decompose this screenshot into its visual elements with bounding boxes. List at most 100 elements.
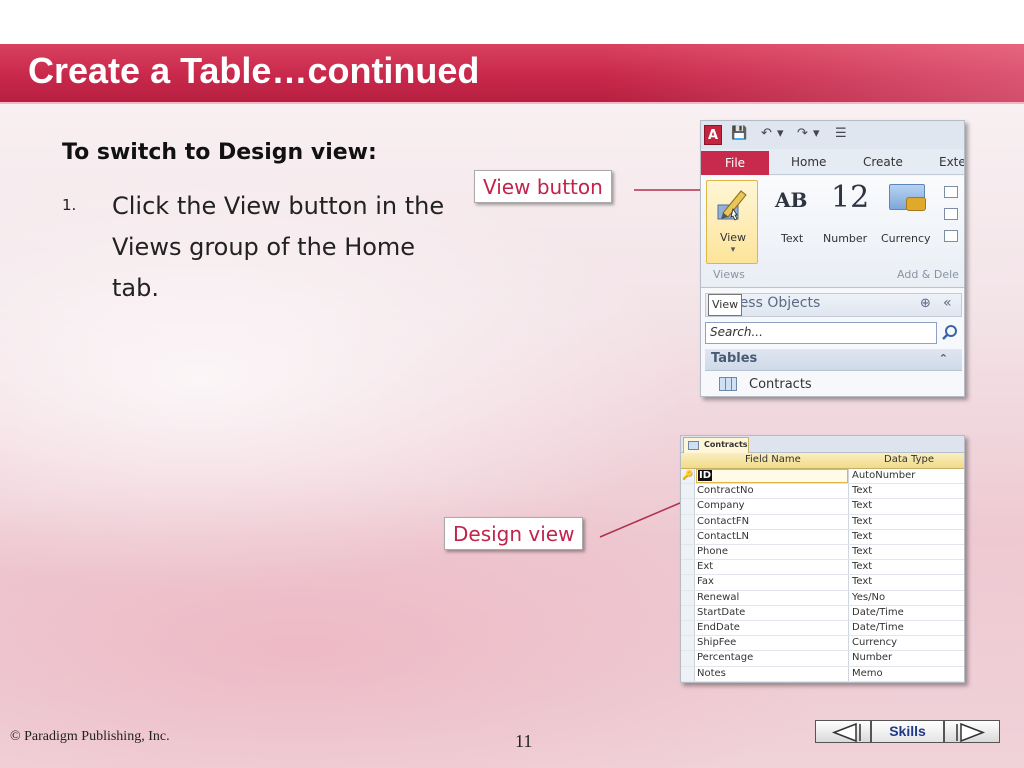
tables-group-header[interactable]: Tables ⌃ bbox=[705, 349, 962, 371]
row-selector[interactable] bbox=[681, 666, 695, 681]
field-name-cell[interactable]: Phone bbox=[697, 546, 728, 557]
field-name-cell[interactable]: Notes bbox=[697, 668, 726, 679]
row-selector[interactable] bbox=[681, 484, 695, 499]
column-divider bbox=[848, 636, 849, 651]
checkbox-field-icon[interactable] bbox=[944, 208, 958, 220]
text-button-label[interactable]: Text bbox=[781, 232, 803, 245]
table-row[interactable]: 🔑 ID AutoNumber bbox=[681, 469, 964, 485]
field-name-cell[interactable]: StartDate bbox=[697, 607, 745, 618]
nav-item-contracts[interactable]: Contracts bbox=[719, 377, 812, 392]
row-selector[interactable] bbox=[681, 621, 695, 636]
table-row[interactable]: StartDate Date/Time bbox=[681, 605, 964, 621]
skills-button[interactable]: Skills bbox=[871, 720, 944, 743]
data-type-cell[interactable]: Yes/No bbox=[852, 592, 885, 603]
data-type-cell[interactable]: Text bbox=[852, 546, 872, 557]
table-row[interactable]: Percentage Number bbox=[681, 651, 964, 667]
undo-icon[interactable]: ↶ bbox=[761, 126, 772, 141]
row-selector[interactable] bbox=[681, 560, 695, 575]
chevron-down-circle-icon[interactable]: ⊕ bbox=[920, 296, 931, 311]
table-row[interactable]: ShipFee Currency bbox=[681, 636, 964, 652]
save-icon[interactable]: 💾 bbox=[731, 126, 747, 141]
table-row[interactable]: EndDate Date/Time bbox=[681, 621, 964, 637]
row-selector[interactable] bbox=[681, 636, 695, 651]
field-name-cell[interactable]: Company bbox=[697, 500, 745, 511]
table-row[interactable]: Phone Text bbox=[681, 545, 964, 561]
data-type-cell[interactable]: Number bbox=[852, 652, 892, 663]
data-type-cell[interactable]: Text bbox=[852, 576, 872, 587]
number-field-icon[interactable]: 12 bbox=[831, 180, 869, 215]
small-field-icon[interactable] bbox=[944, 186, 958, 198]
data-type-cell[interactable]: Memo bbox=[852, 668, 883, 679]
field-name-cell[interactable]: ShipFee bbox=[697, 637, 736, 648]
currency-icon[interactable] bbox=[889, 184, 926, 211]
field-name-cell[interactable]: ID bbox=[698, 470, 713, 481]
row-selector[interactable] bbox=[681, 590, 695, 605]
table-row[interactable]: Renewal Yes/No bbox=[681, 590, 964, 606]
row-selector[interactable] bbox=[681, 605, 695, 620]
field-name-cell[interactable]: Fax bbox=[697, 576, 714, 587]
navigation-pane-header[interactable]: cess Objects View ⊕ « bbox=[705, 293, 962, 317]
view-button[interactable]: View ▾ bbox=[706, 180, 758, 264]
more-fields-icon[interactable] bbox=[944, 230, 958, 242]
primary-key-icon: 🔑 bbox=[682, 471, 694, 481]
next-button[interactable] bbox=[944, 720, 1000, 743]
navigation-pane: cess Objects View ⊕ « Search... Tables ⌃… bbox=[701, 289, 964, 396]
document-tab-contracts[interactable]: Contracts bbox=[683, 437, 749, 453]
currency-button-label[interactable]: Currency bbox=[881, 232, 931, 245]
data-type-cell[interactable]: Text bbox=[852, 516, 872, 527]
column-divider bbox=[848, 499, 849, 514]
data-type-cell[interactable]: Text bbox=[852, 485, 872, 496]
row-selector[interactable]: 🔑 bbox=[681, 469, 695, 484]
dropdown-icon[interactable]: ▾ bbox=[777, 126, 784, 141]
active-cell[interactable] bbox=[696, 469, 848, 483]
redo-icon[interactable]: ↷ bbox=[797, 126, 808, 141]
field-name-cell[interactable]: Percentage bbox=[697, 652, 753, 663]
field-name-cell[interactable]: EndDate bbox=[697, 622, 740, 633]
design-view-pencil-icon bbox=[717, 190, 747, 221]
row-selector[interactable] bbox=[681, 514, 695, 529]
row-selector[interactable] bbox=[681, 651, 695, 666]
text-field-icon[interactable]: AB bbox=[775, 188, 807, 212]
search-icon[interactable] bbox=[939, 322, 961, 344]
table-row[interactable]: ContactLN Text bbox=[681, 529, 964, 545]
table-row[interactable]: Notes Memo bbox=[681, 666, 964, 682]
data-type-cell[interactable]: Date/Time bbox=[852, 622, 904, 633]
collapse-pane-icon[interactable]: « bbox=[943, 295, 952, 311]
column-divider bbox=[848, 545, 849, 560]
view-button-label: View bbox=[719, 231, 747, 244]
column-divider bbox=[848, 621, 849, 636]
chevron-up-icon[interactable]: ⌃ bbox=[939, 352, 948, 365]
tab-home[interactable]: Home bbox=[791, 155, 826, 169]
data-type-cell[interactable]: AutoNumber bbox=[852, 470, 915, 481]
previous-button[interactable] bbox=[815, 720, 871, 743]
field-name-cell[interactable]: Ext bbox=[697, 561, 713, 572]
number-button-label[interactable]: Number bbox=[823, 232, 867, 245]
row-selector[interactable] bbox=[681, 545, 695, 560]
tab-file[interactable]: File bbox=[701, 151, 769, 175]
table-row[interactable]: ContactFN Text bbox=[681, 514, 964, 530]
field-name-cell[interactable]: ContactLN bbox=[697, 531, 749, 542]
data-type-cell[interactable]: Text bbox=[852, 500, 872, 511]
data-type-cell[interactable]: Text bbox=[852, 531, 872, 542]
data-type-cell[interactable]: Date/Time bbox=[852, 607, 904, 618]
dropdown-icon[interactable]: ▾ bbox=[813, 126, 820, 141]
field-name-cell[interactable]: ContractNo bbox=[697, 485, 754, 496]
row-selector[interactable] bbox=[681, 575, 695, 590]
row-selector[interactable] bbox=[681, 499, 695, 514]
tab-external[interactable]: Exte bbox=[939, 155, 964, 169]
data-type-cell[interactable]: Currency bbox=[852, 637, 897, 648]
table-row[interactable]: ContractNo Text bbox=[681, 484, 964, 500]
table-row[interactable]: Fax Text bbox=[681, 575, 964, 591]
customize-qat-icon[interactable]: ☰ bbox=[835, 126, 847, 141]
tab-create[interactable]: Create bbox=[863, 155, 903, 169]
data-type-cell[interactable]: Text bbox=[852, 561, 872, 572]
chevron-down-icon: ▾ bbox=[730, 245, 736, 255]
navigation-search-input[interactable]: Search... bbox=[705, 322, 937, 344]
table-row[interactable]: Company Text bbox=[681, 499, 964, 515]
ribbon-tabs: File Home Create Exte bbox=[701, 149, 964, 175]
field-name-cell[interactable]: ContactFN bbox=[697, 516, 749, 527]
row-selector[interactable] bbox=[681, 529, 695, 544]
quick-access-toolbar: A 💾 ↶ ▾ ↷ ▾ ☰ bbox=[701, 121, 964, 149]
field-name-cell[interactable]: Renewal bbox=[697, 592, 739, 603]
table-row[interactable]: Ext Text bbox=[681, 560, 964, 576]
